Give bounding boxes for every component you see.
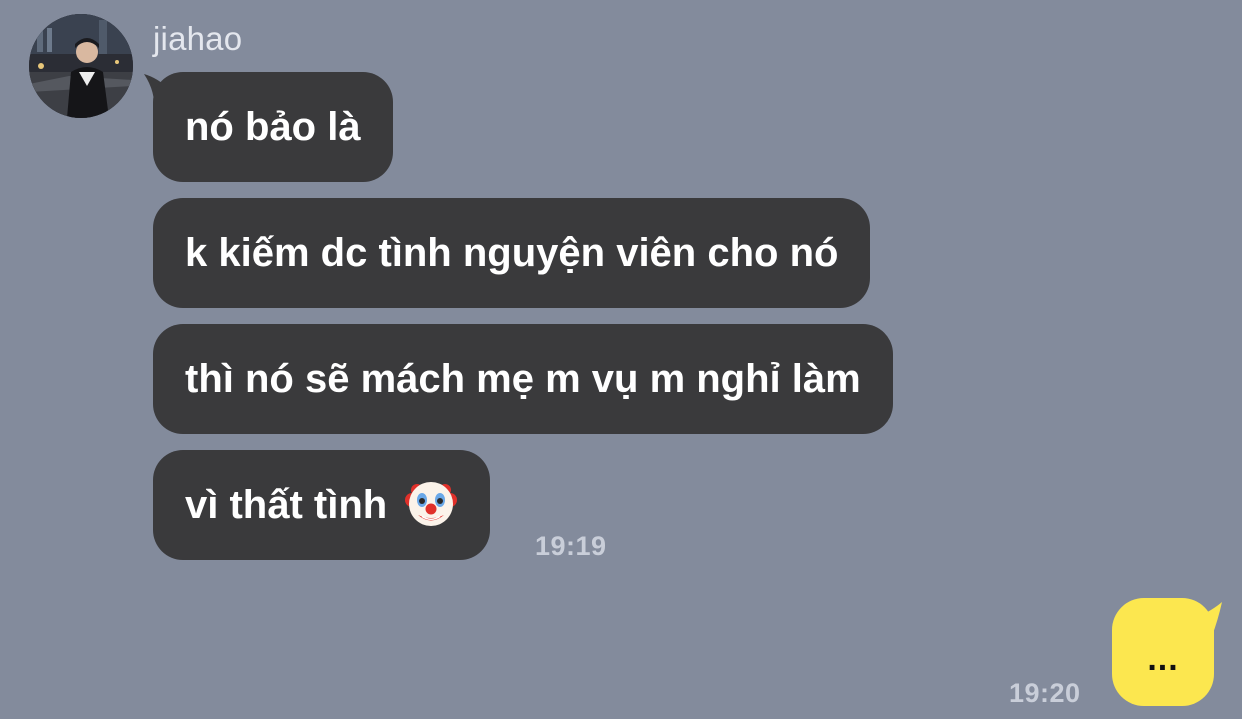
- message-bubble[interactable]: thì nó sẽ mách mẹ m vụ m nghỉ làm: [153, 324, 893, 434]
- message-bubble[interactable]: vì thất tình: [153, 450, 491, 560]
- message-timestamp: 19:19: [535, 531, 607, 561]
- contact-avatar[interactable]: [29, 14, 133, 118]
- message-text: k kiếm dc tình nguyện viên cho nó: [185, 231, 839, 275]
- message-text: thì nó sẽ mách mẹ m vụ m nghỉ làm: [185, 357, 861, 401]
- clown-face-icon: [405, 482, 458, 527]
- sent-timestamp: 19:20: [1009, 678, 1081, 708]
- avatar-photo: [29, 14, 133, 118]
- message-text: vì thất tình: [185, 483, 388, 527]
- message-bubble[interactable]: k kiếm dc tình nguyện viên cho nó: [153, 198, 871, 308]
- sender-name: jiahao: [153, 20, 243, 57]
- message-text: nó bảo là: [185, 105, 361, 149]
- message-bubble[interactable]: nó bảo là: [153, 72, 393, 182]
- sent-message-text: ...: [1147, 640, 1179, 678]
